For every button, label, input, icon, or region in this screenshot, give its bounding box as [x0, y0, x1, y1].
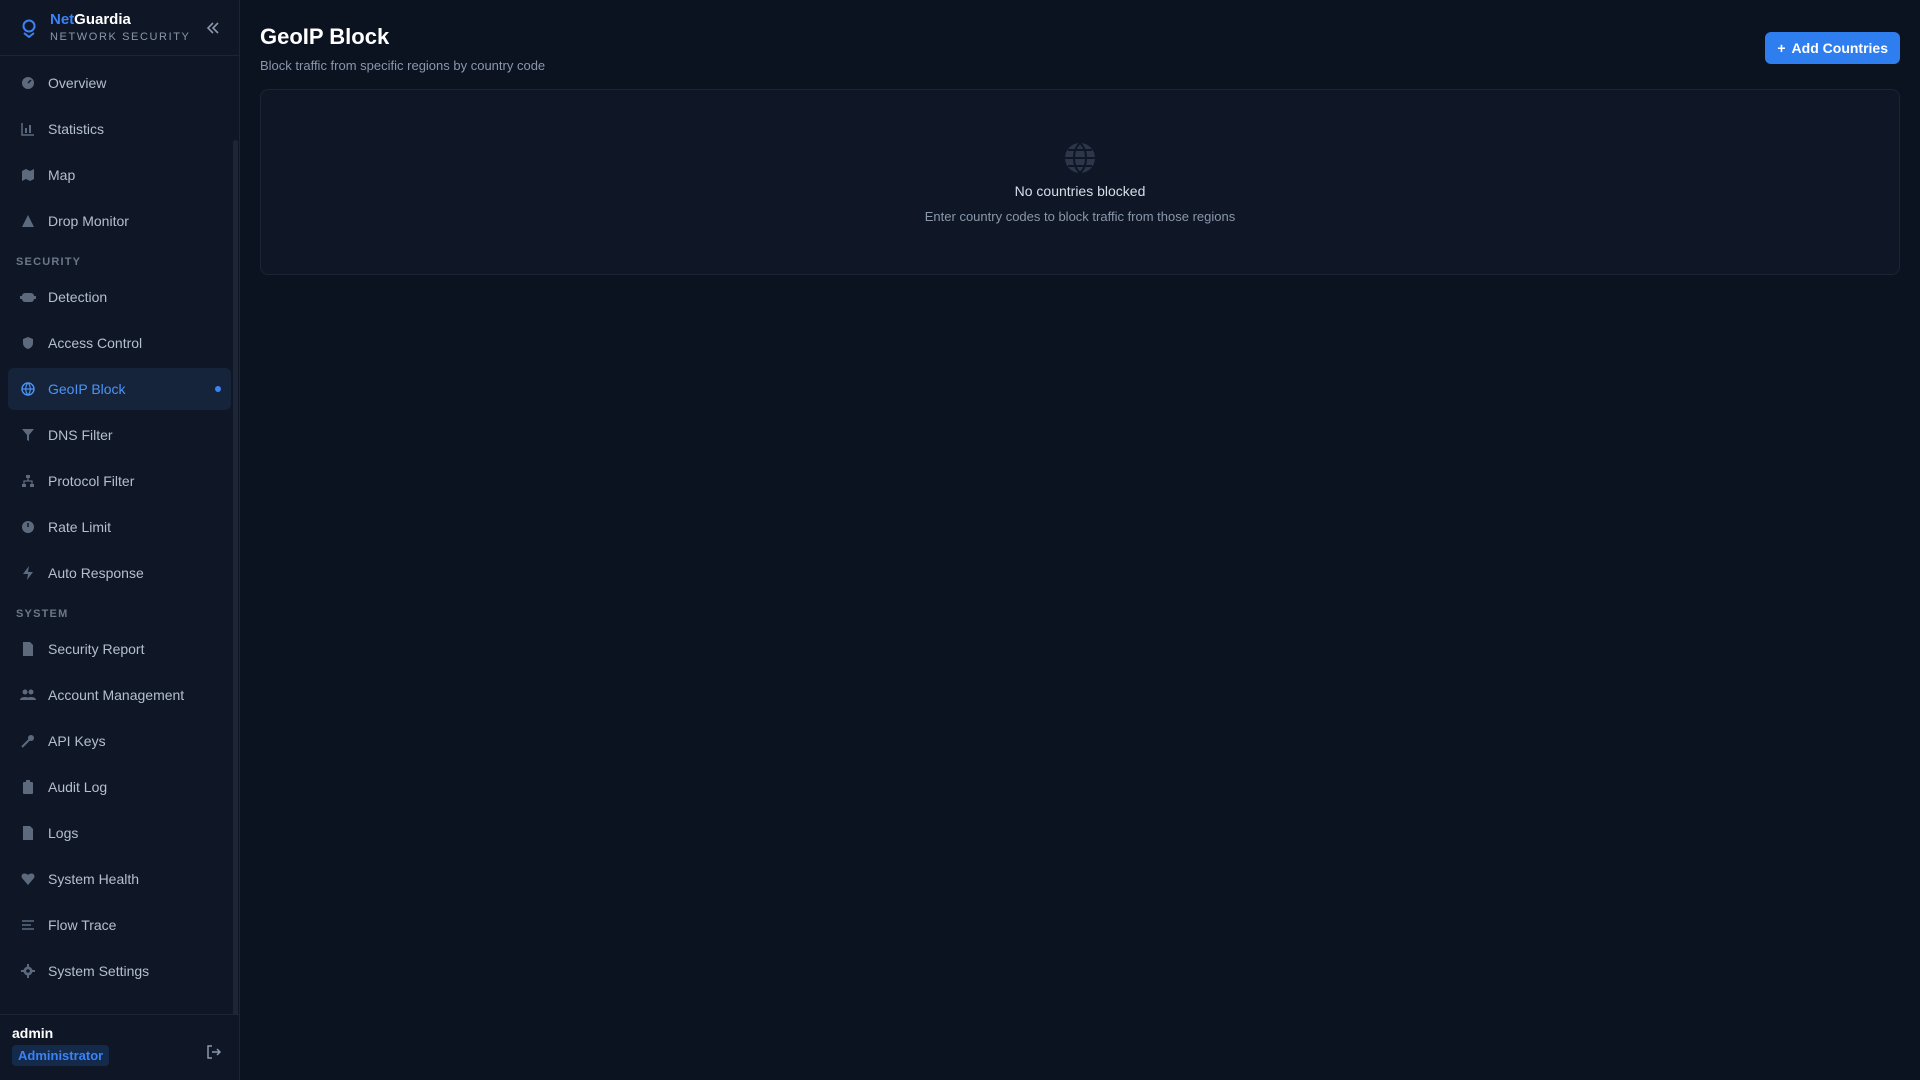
- page-title: GeoIP Block: [260, 24, 390, 49]
- sidebar-item-system-health[interactable]: System Health: [8, 858, 231, 900]
- globe-icon: [1063, 141, 1097, 175]
- lines-icon: [20, 917, 36, 933]
- warning-triangle-icon: [20, 213, 36, 229]
- brand-subtitle: NETWORK SECURITY: [50, 31, 191, 44]
- sidebar-item-protocol-filter[interactable]: Protocol Filter: [8, 460, 231, 502]
- sidebar-item-statistics[interactable]: Statistics: [8, 108, 231, 150]
- sidebar-item-map[interactable]: Map: [8, 154, 231, 196]
- empty-state-description: Enter country codes to block traffic fro…: [924, 208, 1236, 224]
- sidebar-item-label: System Health: [48, 871, 140, 887]
- plus-icon: +: [1777, 40, 1786, 56]
- main-content: GeoIP Block Block traffic from specific …: [240, 0, 1920, 1080]
- sidebar-item-flow-trace[interactable]: Flow Trace: [8, 904, 231, 946]
- chevrons-left-icon: [206, 22, 219, 34]
- active-indicator-dot: [215, 386, 221, 392]
- sidebar-item-label: Account Management: [48, 687, 185, 703]
- sidebar-item-label: Logs: [48, 825, 79, 841]
- sidebar-item-label: Audit Log: [48, 779, 108, 795]
- sidebar-item-label: Map: [48, 167, 76, 183]
- sidebar-item-detection[interactable]: Detection: [8, 276, 231, 318]
- bolt-icon: [20, 565, 36, 581]
- sidebar-item-drop-monitor[interactable]: Drop Monitor: [8, 200, 231, 242]
- sidebar-item-overview[interactable]: Overview: [8, 62, 231, 104]
- sidebar-nav: Overview Statistics Map Drop Monitor SEC…: [0, 56, 239, 1014]
- users-icon: [20, 687, 36, 703]
- app-shell: NetGuardia NETWORK SECURITY Overview Sta…: [0, 0, 1920, 1080]
- sidebar-item-access-control[interactable]: Access Control: [8, 322, 231, 364]
- sidebar-item-label: Detection: [48, 289, 108, 305]
- sidebar-scrollbar[interactable]: [233, 140, 238, 1014]
- sidebar-item-logs[interactable]: Logs: [8, 812, 231, 854]
- robot-icon: [20, 289, 36, 305]
- bar-chart-icon: [20, 121, 36, 137]
- file-icon: [20, 825, 36, 841]
- section-label-system: SYSTEM: [16, 608, 69, 620]
- sidebar-item-rate-limit[interactable]: Rate Limit: [8, 506, 231, 548]
- brand-header: NetGuardia NETWORK SECURITY: [0, 0, 239, 56]
- map-icon: [20, 167, 36, 183]
- sidebar: NetGuardia NETWORK SECURITY Overview Sta…: [0, 0, 240, 1080]
- user-name: admin: [12, 1025, 54, 1041]
- sidebar-item-label: Protocol Filter: [48, 473, 135, 489]
- user-panel: admin Administrator: [0, 1014, 239, 1080]
- key-icon: [20, 733, 36, 749]
- gear-icon: [20, 963, 36, 979]
- sidebar-item-api-keys[interactable]: API Keys: [8, 720, 231, 762]
- sidebar-item-account-management[interactable]: Account Management: [8, 674, 231, 716]
- logout-icon: [207, 1045, 221, 1059]
- sidebar-item-security-report[interactable]: Security Report: [8, 628, 231, 670]
- collapse-sidebar-button[interactable]: [203, 18, 223, 38]
- speedometer-icon: [20, 519, 36, 535]
- sidebar-item-label: GeoIP Block: [48, 381, 126, 397]
- sidebar-item-system-settings[interactable]: System Settings: [8, 950, 231, 992]
- logout-button[interactable]: [205, 1043, 223, 1061]
- sidebar-item-label: Rate Limit: [48, 519, 112, 535]
- add-countries-button[interactable]: + Add Countries: [1765, 32, 1900, 64]
- clipboard-icon: [20, 779, 36, 795]
- globe-icon: [20, 381, 36, 397]
- brand-text: NetGuardia NETWORK SECURITY: [50, 10, 191, 44]
- section-label-security: SECURITY: [16, 256, 82, 268]
- gauge-icon: [20, 75, 36, 91]
- shield-icon: [20, 335, 36, 351]
- document-icon: [20, 641, 36, 657]
- sidebar-item-label: Access Control: [48, 335, 143, 351]
- role-badge: Administrator: [12, 1045, 110, 1066]
- sidebar-item-label: Drop Monitor: [48, 213, 129, 229]
- sidebar-item-label: Auto Response: [48, 565, 144, 581]
- sidebar-item-label: Statistics: [48, 121, 105, 137]
- sidebar-item-label: Overview: [48, 75, 107, 91]
- shield-logo-icon: [18, 17, 40, 39]
- empty-state-card: No countries blocked Enter country codes…: [260, 89, 1900, 275]
- sidebar-item-label: Security Report: [48, 641, 145, 657]
- sidebar-item-dns-filter[interactable]: DNS Filter: [8, 414, 231, 456]
- filter-icon: [20, 427, 36, 443]
- sidebar-item-audit-log[interactable]: Audit Log: [8, 766, 231, 808]
- add-countries-label: Add Countries: [1791, 40, 1888, 56]
- page-subtitle: Block traffic from specific regions by c…: [260, 58, 546, 73]
- sidebar-item-label: Flow Trace: [48, 917, 117, 933]
- heart-pulse-icon: [20, 871, 36, 887]
- sidebar-item-geoip-block[interactable]: GeoIP Block: [8, 368, 231, 410]
- sidebar-item-auto-response[interactable]: Auto Response: [8, 552, 231, 594]
- brand-name: NetGuardia: [50, 10, 131, 28]
- network-icon: [20, 473, 36, 489]
- empty-state-title: No countries blocked: [1014, 182, 1146, 199]
- sidebar-item-label: DNS Filter: [48, 427, 113, 443]
- sidebar-item-label: API Keys: [48, 733, 106, 749]
- sidebar-item-label: System Settings: [48, 963, 150, 979]
